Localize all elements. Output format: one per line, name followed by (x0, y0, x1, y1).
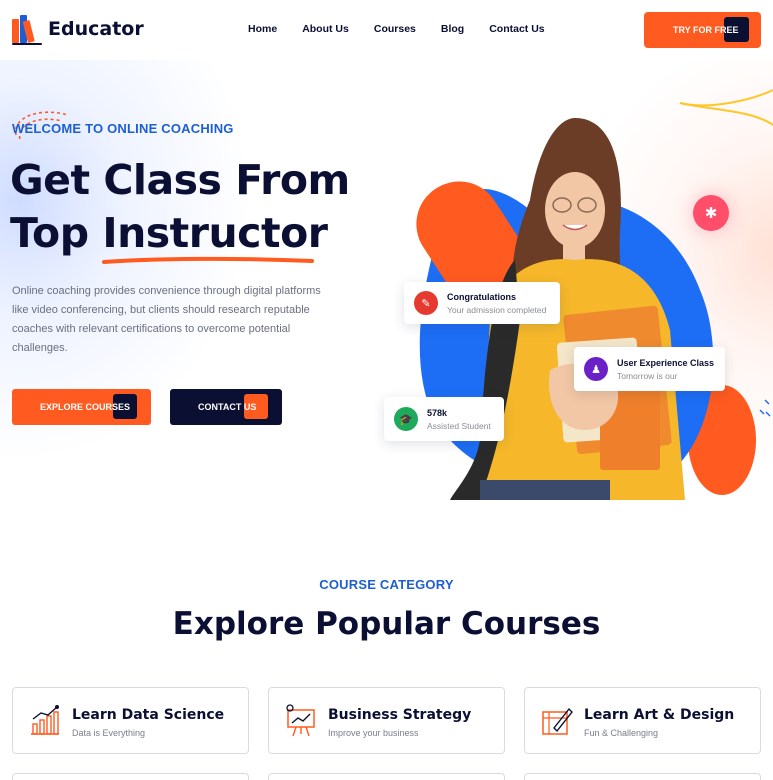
logo-text: Educator (48, 18, 144, 40)
contact-us-button[interactable]: CONTACT US (170, 389, 282, 425)
course-card-row2[interactable] (524, 773, 761, 780)
certificate-icon: ✎ (414, 291, 438, 315)
course-card-row2[interactable] (12, 773, 249, 780)
presentation-icon (286, 704, 315, 737)
course-name: Learn Data Science (72, 707, 225, 723)
contact-us-label: CONTACT US (198, 402, 257, 412)
hero-section: WELCOME TO ONLINE COACHING Get Class Fro… (0, 60, 773, 500)
chart-icon (31, 705, 59, 735)
congratulations-subtitle: Your admission completed (447, 304, 547, 315)
brush-underline-decoration (102, 256, 315, 264)
try-for-free-button[interactable]: TRY FOR FREE (644, 12, 761, 48)
logo[interactable]: Educator (12, 15, 144, 45)
lightbulb-icon: ✱ (693, 195, 729, 231)
hero-title-highlight: Instructor (102, 207, 328, 264)
books-logo-icon (12, 15, 42, 45)
hero-title-plain: Top (10, 209, 103, 257)
ux-class-title: User Experience Class (617, 357, 715, 368)
nav-home[interactable]: Home (248, 23, 277, 35)
main-nav: Home About Us Courses Blog Contact Us (248, 23, 545, 35)
course-category-eyebrow: COURSE CATEGORY (319, 577, 454, 592)
course-name: Business Strategy (328, 707, 472, 723)
hero-title-line1: Get Class From (10, 156, 350, 204)
hero-title-line2: Top Instructor (10, 207, 350, 264)
ux-class-subtitle: Tomorrow is our (617, 370, 678, 381)
nav-contact-us[interactable]: Contact Us (489, 23, 544, 35)
nav-courses[interactable]: Courses (374, 23, 416, 35)
user-icon: ♟ (584, 357, 608, 381)
course-card-row2[interactable] (268, 773, 505, 780)
design-icon (542, 707, 573, 735)
course-subtitle: Fun & Challenging (584, 728, 659, 738)
course-card-business-strategy[interactable]: Business Strategy Improve your business (268, 687, 505, 754)
hero-description: Online coaching provides convenience thr… (12, 285, 321, 354)
students-label: Assisted Student (427, 420, 491, 431)
nav-about-us[interactable]: About Us (302, 23, 349, 35)
site-header: Educator Home About Us Courses Blog Cont… (0, 0, 773, 60)
course-subtitle: Data is Everything (72, 728, 146, 738)
students-count: 578k (427, 407, 448, 418)
explore-courses-label: EXPLORE COURSES (40, 402, 131, 412)
try-for-free-label: TRY FOR FREE (673, 25, 739, 35)
nav-blog[interactable]: Blog (441, 23, 464, 35)
courses-section-title: Explore Popular Courses (172, 606, 601, 642)
course-card-art-design[interactable]: Learn Art & Design Fun & Challenging (524, 687, 761, 754)
course-name: Learn Art & Design (584, 707, 735, 723)
explore-courses-button[interactable]: EXPLORE COURSES (12, 389, 151, 425)
hero-eyebrow: WELCOME TO ONLINE COACHING (12, 121, 234, 136)
congratulations-card: ✎ Congratulations Your admission complet… (404, 282, 560, 324)
students-card: 🎓 578k Assisted Student (384, 397, 504, 441)
congratulations-title: Congratulations (447, 291, 516, 302)
ux-class-card: ♟ User Experience Class Tomorrow is our (574, 347, 725, 391)
hero-title: Get Class From Top Instructor (10, 154, 350, 264)
course-subtitle: Improve your business (328, 728, 419, 738)
course-card-data-science[interactable]: Learn Data Science Data is Everything (12, 687, 249, 754)
graduation-cap-icon: 🎓 (394, 407, 418, 431)
